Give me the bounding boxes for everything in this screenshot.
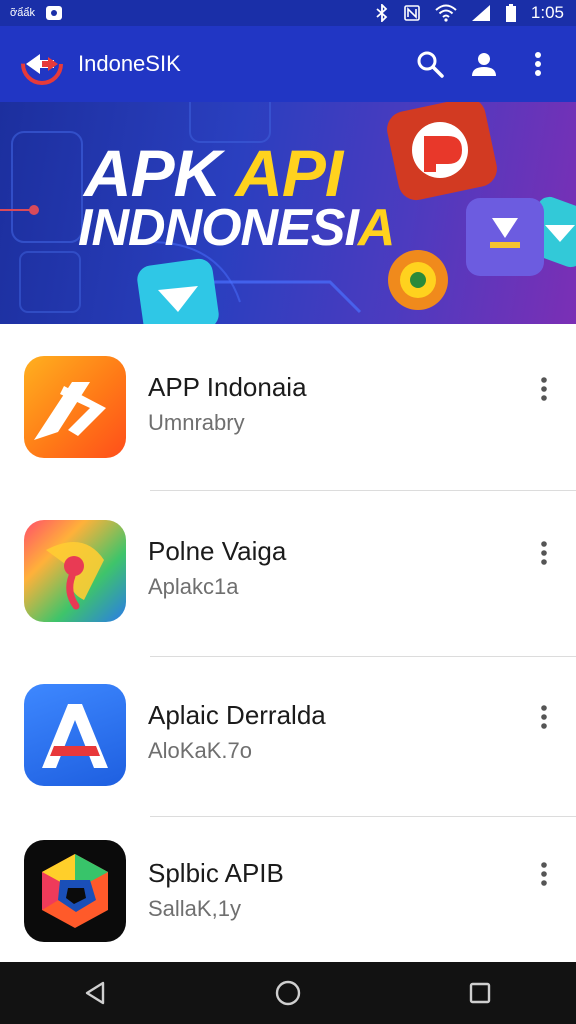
more-options-button[interactable]: [514, 40, 562, 88]
banner-gear-icon: [388, 250, 448, 310]
list-item[interactable]: APP Indonaia Umnrabry: [0, 324, 576, 488]
search-icon: [417, 51, 444, 78]
app-icon: [24, 356, 126, 458]
more-vert-icon: [541, 705, 547, 729]
list-item[interactable]: Polne Vaiga Aplakc1a: [0, 490, 576, 654]
wifi-icon: [435, 4, 457, 22]
app-actions: [400, 40, 562, 88]
banner-app-tile-teal: [137, 258, 219, 324]
banner-subheadline: INDNONESIA: [78, 199, 396, 257]
account-icon: [472, 53, 496, 76]
status-left: ỡẩẩk: [10, 5, 63, 21]
app-name: APP Indonaia: [148, 372, 307, 402]
app-icon: [24, 684, 126, 786]
more-vert-icon: [535, 52, 541, 76]
back-icon: [85, 981, 105, 1005]
banner-app-tile-purple: [466, 198, 544, 276]
recents-icon: [469, 982, 491, 1004]
banner-word-indonesia: INDNONESI: [78, 199, 359, 257]
item-more-button[interactable]: [528, 854, 560, 894]
status-time: 1:05: [530, 3, 564, 22]
app-icon: [24, 840, 126, 942]
notification-icon: [45, 6, 62, 20]
app-subtitle: AloKaK.7o: [148, 738, 252, 763]
list-item[interactable]: Splbic APIB SallaK,1y: [0, 816, 576, 980]
item-more-button[interactable]: [528, 369, 560, 409]
status-right: 1:05: [375, 3, 564, 23]
list-item[interactable]: Aplaic Derralda AloKaK.7o: [0, 656, 576, 820]
app-title: IndoneSIK: [78, 51, 181, 76]
swirl-logo-icon: [46, 542, 104, 610]
app-icon: [24, 520, 126, 622]
status-bar: ỡẩẩk 1:05: [0, 0, 576, 26]
app-name: Splbic APIB: [148, 858, 284, 888]
more-vert-icon: [541, 862, 547, 886]
system-nav-bar: [0, 962, 576, 1024]
banner-headline: APK API: [84, 140, 343, 206]
more-vert-icon: [541, 541, 547, 565]
bluetooth-icon: [376, 4, 388, 22]
account-button[interactable]: [460, 40, 508, 88]
banner-word-accent: A: [357, 199, 396, 257]
hexagon-logo-icon: [42, 854, 108, 928]
banner-app-tile-red: [387, 102, 497, 201]
app-subtitle: Aplakc1a: [148, 574, 239, 599]
home-icon: [275, 980, 301, 1006]
search-button[interactable]: [406, 40, 454, 88]
app-name: Polne Vaiga: [148, 536, 287, 566]
promo-banner[interactable]: APK API INDNONESIA: [0, 102, 576, 324]
battery-icon: [505, 4, 516, 22]
recents-button[interactable]: [450, 968, 510, 1018]
app-bar: IndoneSIK: [0, 26, 576, 102]
app-name: Aplaic Derralda: [148, 700, 326, 730]
status-left-text: ỡẩẩk: [10, 7, 35, 19]
signal-icon: [471, 5, 490, 21]
app-logo: [21, 43, 63, 85]
app-subtitle: Umnrabry: [148, 410, 245, 435]
item-more-button[interactable]: [528, 697, 560, 737]
app-list: APP Indonaia Umnrabry Polne Vaiga Aplakc…: [0, 324, 576, 962]
more-vert-icon: [541, 377, 547, 401]
nfc-icon: [404, 5, 420, 21]
chevron-arrow-icon: [34, 382, 106, 440]
letter-a-logo-icon: [42, 704, 108, 768]
home-button[interactable]: [258, 968, 318, 1018]
back-button[interactable]: [66, 968, 126, 1018]
app-subtitle: SallaK,1y: [148, 896, 241, 921]
item-more-button[interactable]: [528, 533, 560, 573]
